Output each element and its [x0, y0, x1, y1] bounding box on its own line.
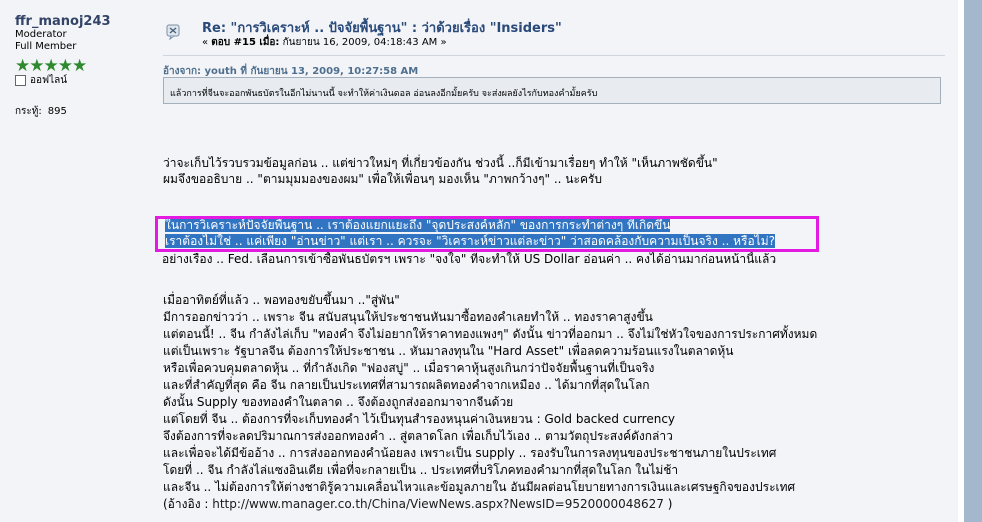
reference-line: (อ้างอิง : http://www.manager.co.th/Chin… — [163, 496, 953, 513]
post-date: กันยายน 16, 2009, 04:18:43 AM » — [279, 37, 447, 48]
annotation-highlight-box — [155, 216, 819, 252]
body-line: ผมจึงขออธิบาย .. "ตามมุมมองของผม" เพื่อใ… — [163, 172, 603, 186]
post-count-label: กระทู้: — [15, 106, 42, 117]
body-line: ดังนั้น Supply ของทองคำในตลาด .. จึงต้อง… — [163, 395, 514, 409]
post-count-value: 895 — [47, 106, 67, 117]
post-count: กระทู้: 895 — [15, 104, 155, 119]
poster-info: ffr_manoj243 Moderator Full Member ★★★★★… — [15, 14, 155, 119]
rank-stars: ★★★★★ — [15, 56, 155, 75]
reference-suffix: ) — [663, 497, 673, 511]
post-divider — [163, 55, 945, 56]
reference-prefix: (อ้างอิง : — [163, 497, 213, 511]
body-line: และจีน .. ไม่ต้องการให้ต่างชาติรู้ความเค… — [163, 480, 796, 494]
body-line: แต่เป็นเพราะ รัฐบาลจีน ต้องการให้ประชาชน… — [163, 344, 734, 358]
body-line: มีการออกข่าวว่า .. เพราะ จีน สนับสนุนให้… — [163, 310, 653, 324]
body-line: จึงต้องการที่จะลดปริมาณการส่งออกทองคำ ..… — [163, 429, 673, 443]
right-sidebar-bar — [964, 0, 982, 522]
reply-number: ตอบ #15 เมื่อ: — [211, 37, 280, 48]
topic-icon — [166, 24, 180, 40]
body-line: และที่สำคัญที่สุด คือ จีน กลายเป็นประเทศ… — [163, 378, 650, 392]
body-line: ว่าจะเก็บไว้รวบรวมข้อมูลก่อน .. แต่ข่าวใ… — [163, 156, 718, 170]
post-meta: « ตอบ #15 เมื่อ: กันยายน 16, 2009, 04:18… — [202, 35, 447, 50]
body-line: เมื่ออาทิตย์ที่แล้ว .. พอทองขยับขึ้นมา .… — [163, 293, 400, 307]
online-status-label: ออฟไลน์ — [30, 75, 68, 86]
poster-membergroup: Full Member — [15, 41, 77, 52]
body-line: อย่างเรื่อง .. Fed. เลื่อนการเข้าซื้อพัน… — [162, 252, 777, 266]
body-line: หรือเพื่อควบคุมตลาดหุ้น .. ที่กำลังเกิด … — [163, 361, 655, 375]
body-line: แต่ตอนนี้! .. จีน กำลังไล่เก็บ "ทองคำ จึ… — [163, 327, 818, 341]
quote-box: แล้วการที่จีนจะออกพันธบัตรในอีกไม่นานนี้… — [163, 77, 941, 104]
poster-role: Moderator — [15, 29, 67, 40]
body-line: โดยที่ .. จีน กำลังไล่แซงอินเดีย เพื่อที… — [163, 463, 679, 477]
reference-link[interactable]: http://www.manager.co.th/China/ViewNews.… — [212, 497, 664, 511]
post-body: ว่าจะเก็บไว้รวบรวมข้อมูลก่อน .. แต่ข่าวใ… — [162, 155, 953, 513]
body-line: และเพื่อจะได้มีข้ออ้าง .. การส่งออกทองคำ… — [163, 446, 777, 460]
poster-username[interactable]: ffr_manoj243 — [15, 14, 155, 29]
post-meta-prefix: « — [202, 37, 212, 48]
body-line: แต่โดยที่ จีน .. ต้องการที่จะเก็บทองคำ ไ… — [163, 412, 676, 426]
offline-checkbox-icon — [15, 75, 26, 86]
